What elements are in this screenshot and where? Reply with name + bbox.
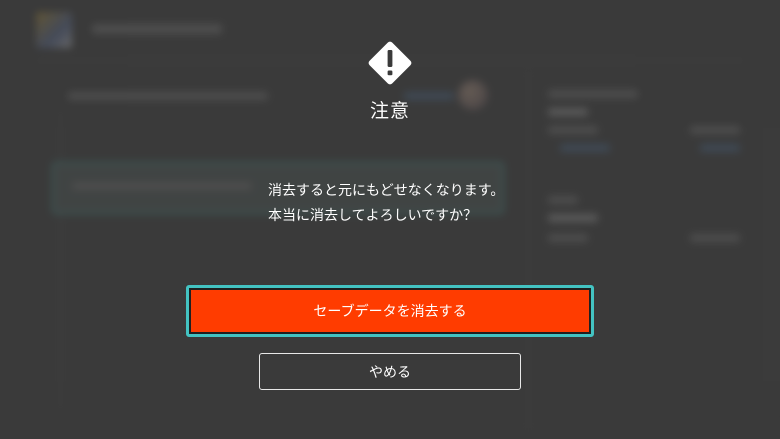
warning-icon xyxy=(368,41,412,85)
erase-save-data-button-label: セーブデータを消去する xyxy=(191,290,589,332)
cancel-button[interactable]: やめる xyxy=(259,353,521,390)
dialog-message-line: 本当に消去してよろしいですか？ xyxy=(268,208,478,224)
dialog-message-line: 消去すると元にもどせなくなります。 xyxy=(268,183,505,199)
dialog-title: 注意 xyxy=(369,100,410,122)
erase-save-data-button[interactable]: セーブデータを消去する xyxy=(186,285,594,337)
screen: 注意 消去すると元にもどせなくなります。 本当に消去してよろしいですか？ セーブ… xyxy=(0,0,780,439)
dialog-message: 消去すると元にもどせなくなります。 本当に消去してよろしいですか？ xyxy=(268,179,588,229)
